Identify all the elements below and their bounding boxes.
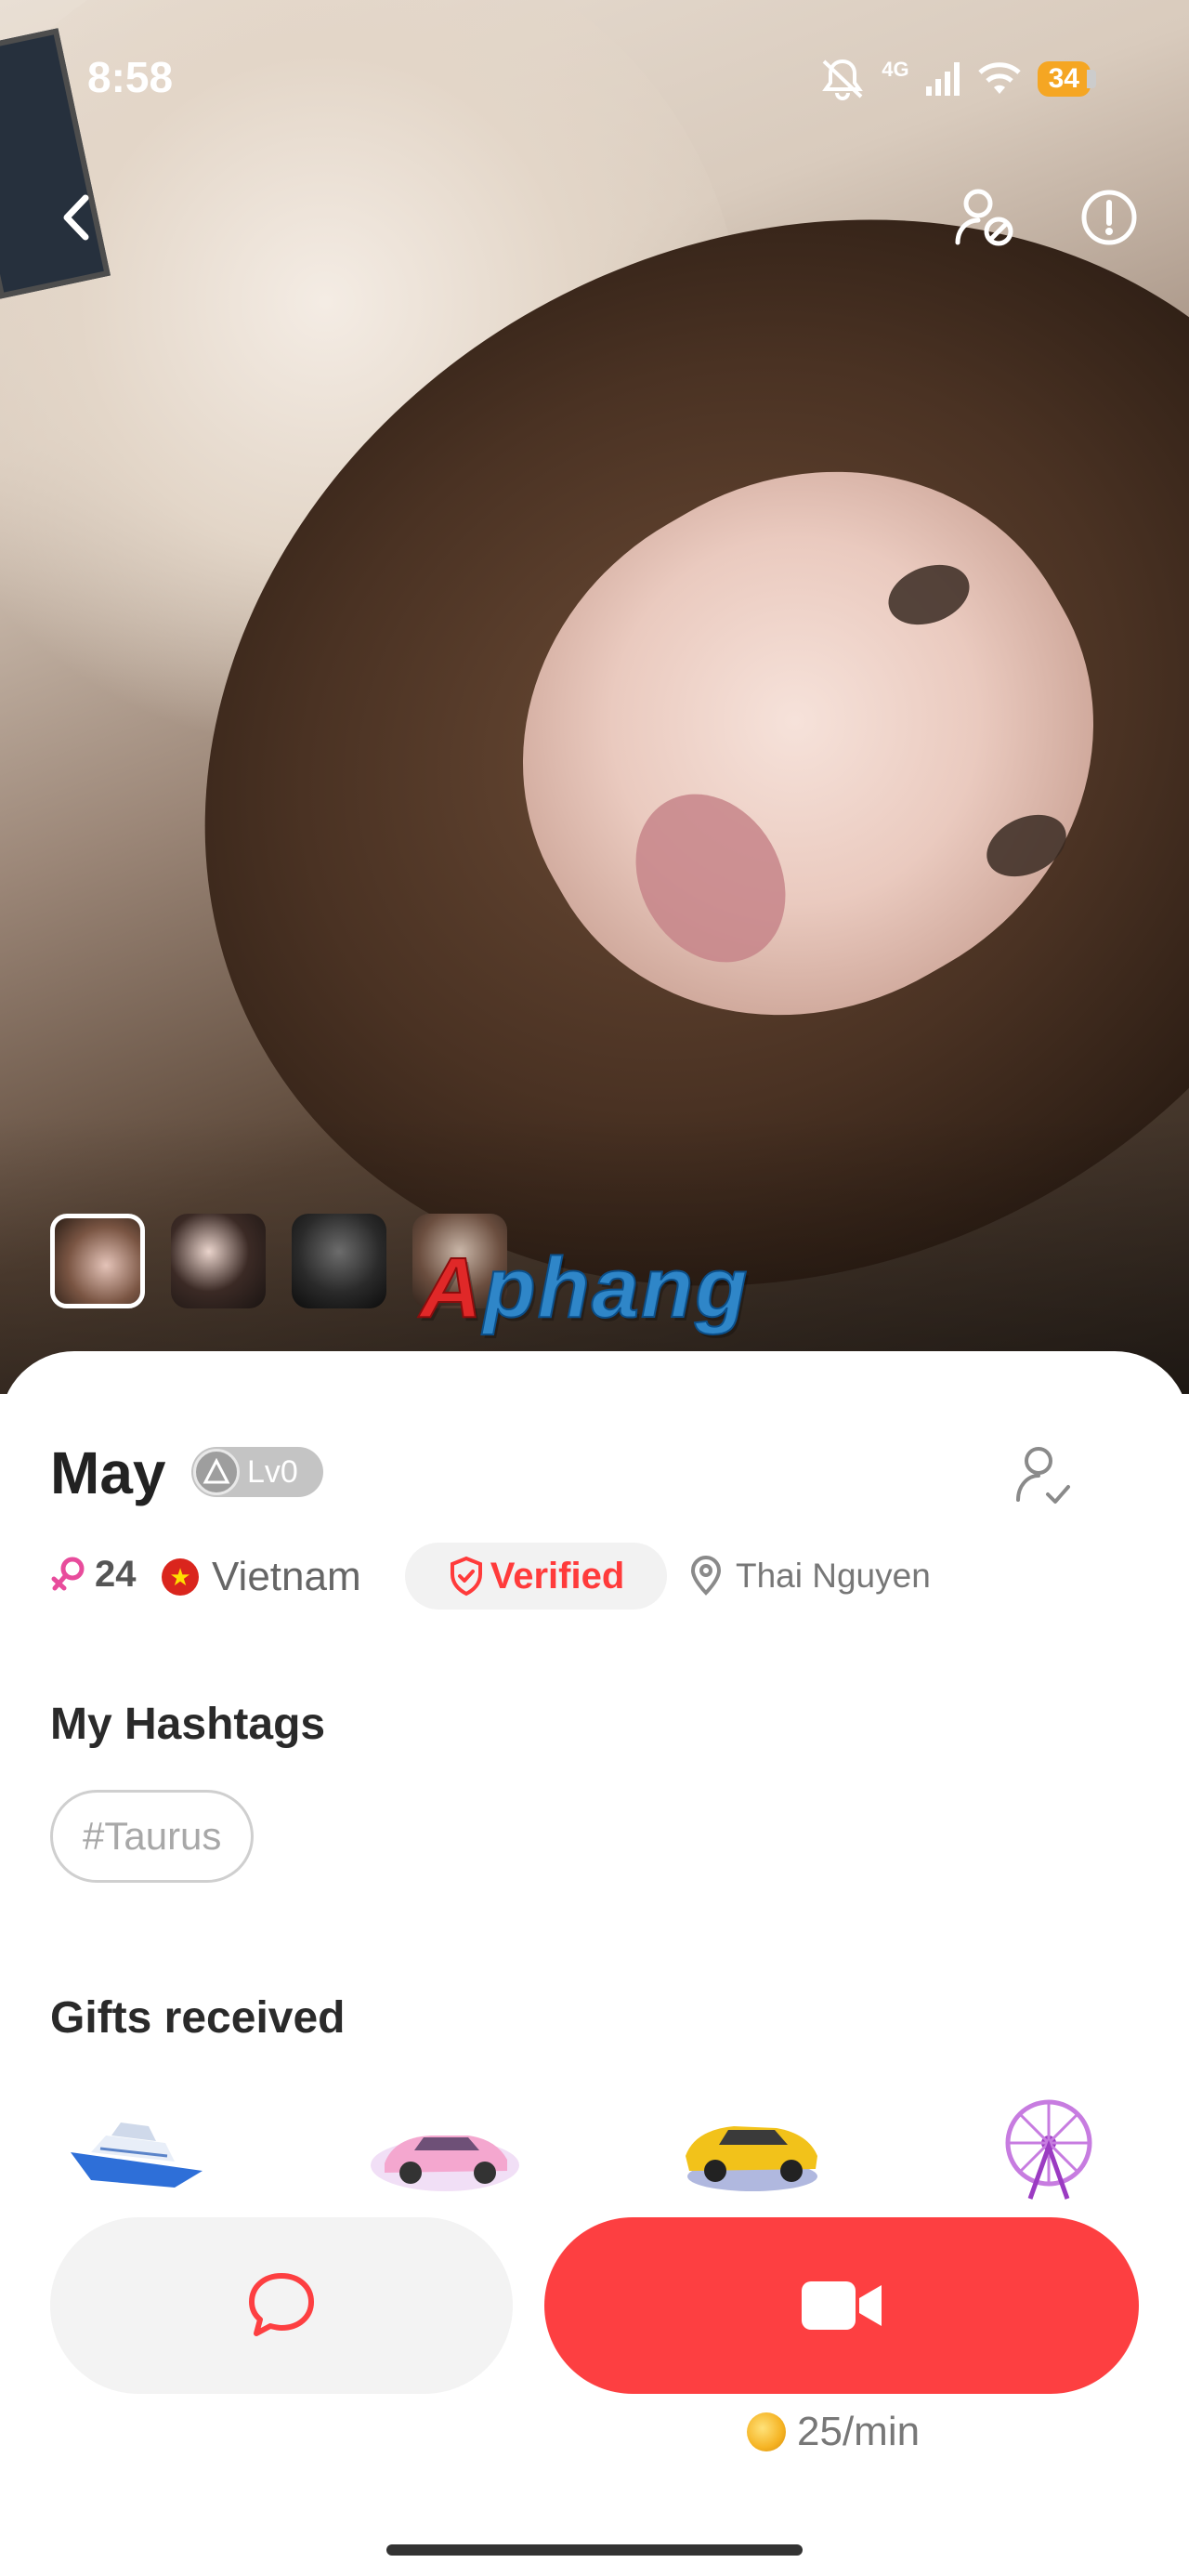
level-label: Lv0 (247, 1453, 298, 1490)
age-label: 24 (95, 1554, 137, 1595)
yacht-gift-icon[interactable] (63, 2091, 212, 2202)
country-label: Vietnam (212, 1554, 361, 1599)
gifts-row (0, 2091, 1189, 2202)
profile-name: May (50, 1439, 166, 1506)
watermark-logo: Aphang (419, 1240, 750, 1336)
ferris-wheel-gift-icon[interactable] (988, 2091, 1109, 2202)
photo-thumbnail[interactable] (292, 1214, 386, 1308)
location-pin-icon (690, 1556, 722, 1596)
gender-age: 24 (50, 1554, 137, 1596)
profile-meta: 24 ★ Vietnam Verified Thai Nguyen (50, 1543, 1165, 1610)
alert-circle-icon (1081, 190, 1137, 245)
pink-sports-car-gift-icon[interactable] (366, 2091, 524, 2202)
city-label: Thai Nguyen (736, 1557, 931, 1595)
home-indicator[interactable] (386, 2544, 803, 2556)
block-user-button[interactable] (947, 180, 1022, 255)
status-bar: 8:58 4G 34 (0, 0, 1189, 158)
video-camera-icon (802, 2281, 882, 2330)
female-icon (51, 1557, 85, 1590)
vietnam-flag-icon: ★ (162, 1558, 199, 1596)
shield-check-icon (450, 1556, 482, 1597)
yellow-sports-car-gift-icon[interactable] (676, 2091, 825, 2202)
wifi-icon (977, 62, 1021, 94)
verified-badge: Verified (405, 1543, 667, 1610)
hashtag-chip[interactable]: #Taurus (50, 1790, 255, 1883)
chat-bubble-icon (249, 2273, 314, 2336)
user-block-icon (955, 189, 1013, 246)
photo-thumbnail[interactable] (50, 1214, 145, 1308)
chevron-left-icon (63, 194, 89, 241)
chat-button[interactable] (50, 2217, 513, 2394)
location: Thai Nguyen (689, 1556, 931, 1597)
verified-label: Verified (490, 1555, 625, 1597)
battery-tip (1087, 70, 1096, 88)
country: ★ Vietnam (162, 1554, 361, 1600)
network-type: 4G (882, 58, 909, 81)
status-icons: 4G 34 (818, 58, 1096, 100)
report-button[interactable] (1072, 180, 1146, 255)
battery-level: 34 (1037, 61, 1091, 97)
back-button[interactable] (39, 180, 113, 255)
photo-thumbnail[interactable] (171, 1214, 266, 1308)
video-call-button[interactable] (544, 2217, 1139, 2394)
follow-button[interactable] (1005, 1439, 1079, 1513)
call-rate-label: 25/min (797, 2409, 921, 2454)
call-rate: 25/min (747, 2409, 920, 2455)
user-check-icon (1016, 1447, 1070, 1504)
coin-icon (747, 2412, 786, 2451)
bell-muted-icon (822, 59, 864, 100)
cellular-signal-icon (925, 62, 960, 96)
status-time: 8:58 (87, 53, 174, 101)
level-badge: Lv0 (191, 1447, 323, 1497)
level-icon (193, 1449, 240, 1495)
gifts-title: Gifts received (50, 1993, 346, 2043)
hashtags-title: My Hashtags (50, 1700, 326, 1749)
